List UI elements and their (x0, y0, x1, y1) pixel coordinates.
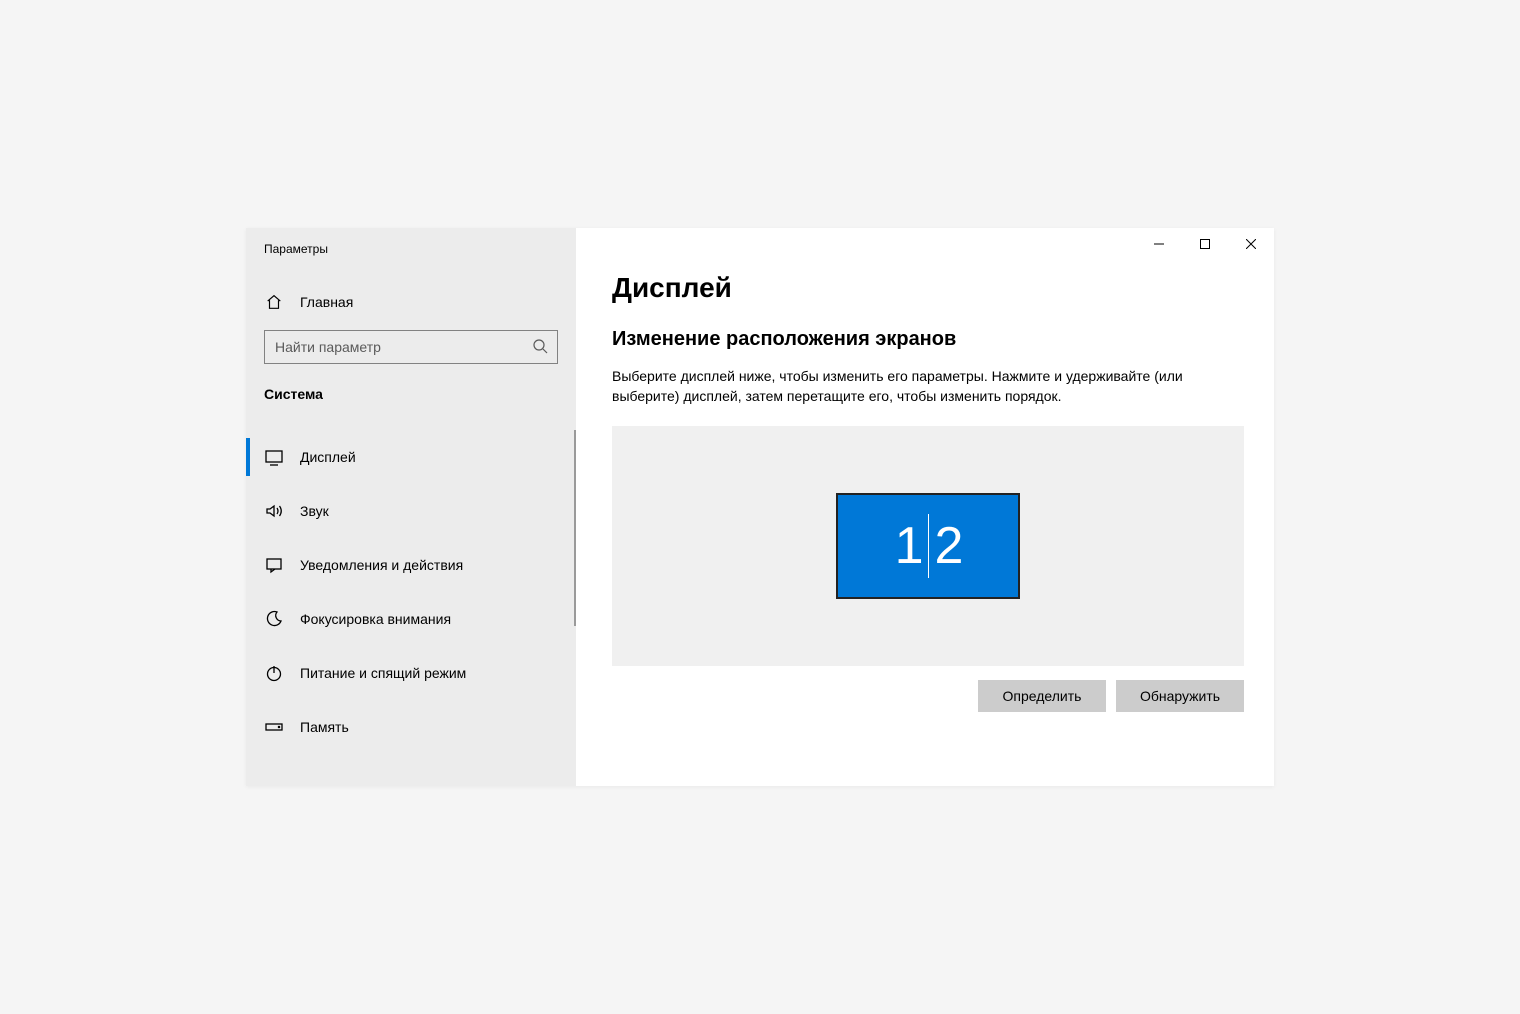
main-content: Дисплей Изменение расположения экранов В… (576, 228, 1274, 786)
monitor-tile[interactable]: 1 2 (836, 493, 1020, 599)
nav-list: Дисплей Звук Уведомления и действия (246, 430, 576, 786)
home-link[interactable]: Главная (246, 282, 576, 322)
sidebar-item-label: Питание и спящий режим (300, 665, 466, 681)
sound-icon (264, 501, 284, 521)
sidebar-item-sound[interactable]: Звук (246, 484, 576, 538)
home-icon (264, 292, 284, 312)
sidebar-item-notifications[interactable]: Уведомления и действия (246, 538, 576, 592)
sidebar-item-power[interactable]: Питание и спящий режим (246, 646, 576, 700)
button-row: Определить Обнаружить (612, 680, 1244, 712)
focus-icon (264, 609, 284, 629)
home-label: Главная (300, 294, 353, 310)
sidebar: Параметры Главная Система (246, 228, 576, 786)
notifications-icon (264, 555, 284, 575)
monitor-number-2: 2 (935, 516, 962, 576)
category-label: Система (246, 386, 576, 402)
display-arrangement-area[interactable]: 1 2 (612, 426, 1244, 666)
identify-button[interactable]: Определить (978, 680, 1106, 712)
section-description: Выберите дисплей ниже, чтобы изменить ег… (612, 367, 1232, 406)
display-icon (264, 447, 284, 467)
sidebar-item-storage[interactable]: Память (246, 700, 576, 754)
monitor-number-1: 1 (895, 516, 922, 576)
sidebar-item-label: Фокусировка внимания (300, 611, 451, 627)
search-input[interactable] (264, 330, 558, 364)
settings-window: Параметры Главная Система (246, 228, 1274, 786)
app-title: Параметры (246, 228, 576, 256)
storage-icon (264, 717, 284, 737)
power-icon (264, 663, 284, 683)
sidebar-item-label: Звук (300, 503, 329, 519)
section-title: Изменение расположения экранов (612, 328, 1252, 351)
sidebar-item-label: Память (300, 719, 349, 735)
search-wrap (264, 330, 558, 364)
sidebar-item-display[interactable]: Дисплей (246, 430, 576, 484)
detect-button[interactable]: Обнаружить (1116, 680, 1244, 712)
sidebar-item-label: Уведомления и действия (300, 557, 463, 573)
sidebar-item-focus[interactable]: Фокусировка внимания (246, 592, 576, 646)
page-title: Дисплей (612, 272, 1252, 304)
monitor-separator (928, 514, 929, 578)
sidebar-item-label: Дисплей (300, 449, 356, 465)
